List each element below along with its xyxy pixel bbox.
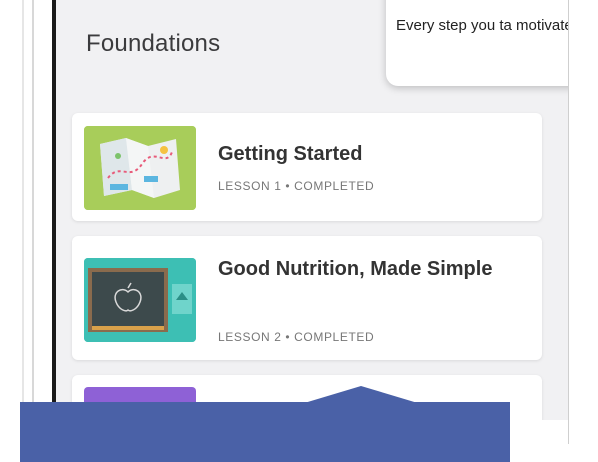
device-frame-edge (568, 0, 569, 444)
lesson-card-1[interactable]: Getting Started LESSON 1 • COMPLETED (72, 113, 542, 221)
lesson-status: LESSON 2 • COMPLETED (218, 330, 375, 344)
overlay-banner (20, 402, 510, 462)
tooltip-text: Every step you ta motivate you to g (396, 17, 568, 34)
outer-border-line (32, 0, 34, 444)
app-screen: Foundations Every step you ta motivate y… (56, 0, 568, 420)
lesson-title: Good Nutrition, Made Simple (218, 258, 493, 280)
section-title: Foundations (86, 30, 221, 57)
lesson-card-2[interactable]: Good Nutrition, Made Simple LESSON 2 • C… (72, 236, 542, 360)
page-margin (568, 0, 598, 444)
tooltip-popup: Every step you ta motivate you to g (386, 0, 568, 86)
lesson-status: LESSON 1 • COMPLETED (218, 179, 375, 193)
map-icon (84, 126, 196, 210)
outer-border-line (22, 0, 24, 444)
lesson-title: Getting Started (218, 143, 363, 165)
chalkboard-icon (84, 258, 196, 342)
